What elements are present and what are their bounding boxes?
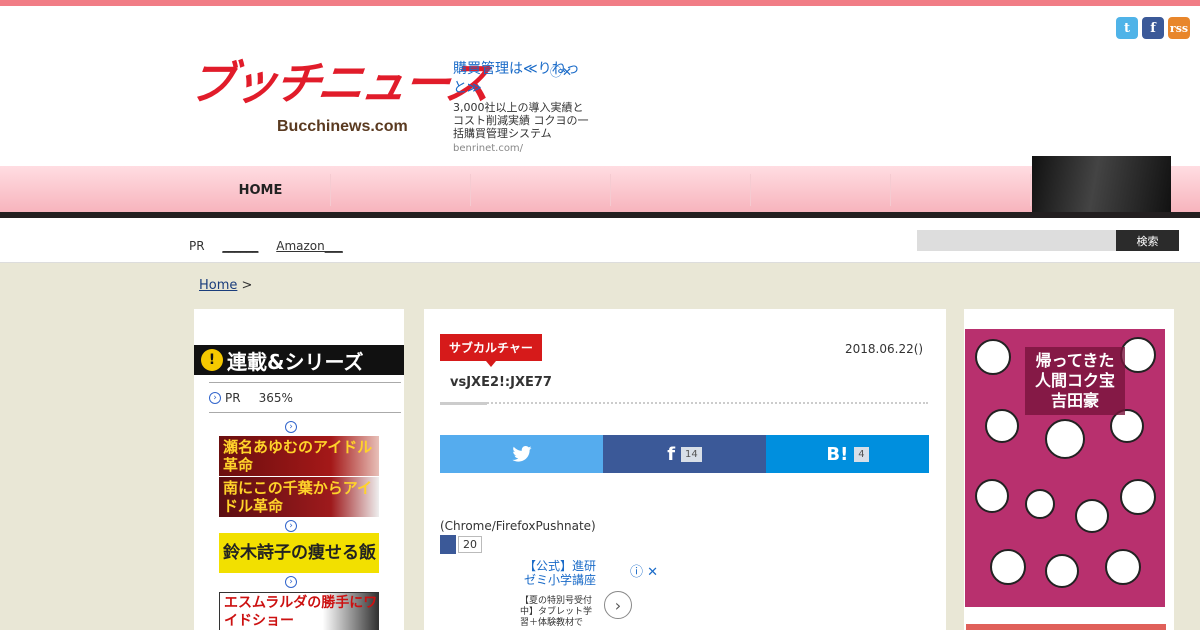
left-sidebar: ! 連載&シリーズ › PR 365% › 瀬名あゆむのアイドル革命 南にこの千… [194, 309, 404, 630]
banner-diet-meal[interactable]: 鈴木詩子の痩せる飯 [219, 533, 379, 573]
inline-ad-title[interactable]: 【公式】進研ゼミ小学講座 [520, 559, 600, 587]
push-notification-text: (Chrome/FirefoxPushnate) [440, 519, 596, 533]
twitter-share-button[interactable] [440, 435, 603, 473]
chevron-down-icon: › [285, 576, 297, 588]
sidebar-pr-label: PR [225, 390, 241, 405]
breadcrumb-separator: > [241, 278, 253, 293]
pr-label: PR [189, 239, 205, 253]
breadcrumb-home[interactable]: Home [199, 278, 237, 293]
sub-bar: PR ______ Amazon___ 検索 [0, 218, 1200, 263]
site-header: t f rss ブッチニュース Bucchinews.com 購買管理は≪りねっ… [0, 6, 1200, 166]
sidebar-pr-value: 365% [258, 390, 293, 405]
chevron-down-icon: › [285, 421, 297, 433]
poster-face [1105, 549, 1141, 585]
social-links: t f rss [1116, 17, 1190, 39]
nav-item[interactable] [891, 174, 1031, 206]
right-sidebar: 帰ってきた人間コク宝 吉田豪 [964, 309, 1174, 630]
facebook-icon[interactable]: f [1142, 17, 1164, 39]
twitter-icon[interactable]: t [1116, 17, 1138, 39]
site-logo[interactable]: ブッチニュース Bucchinews.com [186, 56, 491, 138]
book-promo-poster[interactable]: 帰ってきた人間コク宝 吉田豪 [965, 329, 1165, 607]
facebook-like-icon [440, 535, 456, 554]
facebook-like-button[interactable]: 20 [440, 535, 482, 554]
nav-dark-banner [1032, 156, 1171, 213]
hatena-share-count: 4 [854, 446, 869, 462]
exclamation-icon: ! [201, 349, 223, 371]
banner-idol-revolution-2[interactable]: 南にこの千葉からアイドル革命 [219, 477, 379, 517]
category-badge[interactable]: サブカルチャー [440, 334, 542, 367]
chevron-down-icon: › [285, 520, 297, 532]
poster-title: 帰ってきた人間コク宝 吉田豪 [1025, 347, 1125, 415]
article-date: 2018.06.22() [845, 342, 924, 356]
facebook-share-button[interactable]: f 14 [603, 435, 766, 473]
hatena-bookmark-button[interactable]: B! 4 [766, 435, 929, 473]
poster-face [990, 549, 1026, 585]
chevron-right-icon[interactable]: › [604, 591, 632, 619]
poster-face [1045, 554, 1079, 588]
share-buttons: f 14 B! 4 [440, 435, 929, 473]
twitter-bird-icon [511, 446, 532, 462]
title-divider [440, 402, 928, 405]
nav-item[interactable] [331, 174, 471, 206]
inline-ad-body: 【夏の特別号受付中】タブレット学習＋体験教材で [520, 596, 593, 628]
amazon-link[interactable]: Amazon___ [276, 239, 343, 253]
poster-face [1120, 479, 1156, 515]
pr-link[interactable]: ______ [222, 239, 258, 253]
poster-face [1025, 489, 1055, 519]
search-button[interactable]: 検索 [1116, 230, 1179, 251]
chevron-right-icon: › [209, 391, 221, 404]
header-ad-url: benrinet.com/ [453, 143, 524, 154]
poster-face [1120, 337, 1156, 373]
article-main: サブカルチャー 2018.06.22() vsJXE2!:JXE77 f 14 … [424, 309, 946, 630]
rss-icon[interactable]: rss [1168, 17, 1190, 39]
sidebar-pr-link[interactable]: › PR 365% [209, 382, 401, 413]
right-sidebar-banner-edge [966, 624, 1166, 630]
poster-face [975, 339, 1011, 375]
hatena-b-icon: B! [826, 443, 849, 465]
ad-close-icon[interactable]: ⓘ ✕ [630, 561, 658, 580]
series-header: ! 連載&シリーズ [194, 345, 404, 375]
banner-idol-revolution-1[interactable]: 瀬名あゆむのアイドル革命 [219, 436, 379, 476]
ad-close-icon[interactable]: ⓘ✕ [550, 63, 572, 80]
poster-face [985, 409, 1019, 443]
article-title: vsJXE2!:JXE77 [450, 375, 552, 390]
inline-ad[interactable]: 【公式】進研ゼミ小学講座 【夏の特別号受付中】タブレット学習＋体験教材で ⓘ ✕… [514, 559, 664, 630]
main-nav: HOME [0, 166, 1200, 213]
logo-japanese: ブッチニュース [186, 56, 491, 110]
banner-wide-show[interactable]: エスムラルダの勝手にワイドショー [219, 592, 379, 630]
logo-english: Bucchinews.com [277, 118, 408, 135]
pr-links: PR ______ Amazon___ [189, 239, 343, 253]
poster-face [1075, 499, 1109, 533]
search-input[interactable] [917, 230, 1116, 251]
nav-home[interactable]: HOME [191, 174, 331, 206]
nav-item[interactable] [471, 174, 611, 206]
header-ad-body: 3,000社以上の導入実績とコスト削減実績 コクヨの一括購買管理システム [453, 101, 589, 140]
facebook-f-icon: f [667, 443, 676, 465]
series-title: 連載&シリーズ [227, 349, 364, 374]
breadcrumb: Home > [199, 278, 252, 293]
nav-item[interactable] [611, 174, 751, 206]
nav-item[interactable] [751, 174, 891, 206]
poster-face [1045, 419, 1085, 459]
facebook-like-count: 20 [458, 536, 482, 553]
poster-face [975, 479, 1009, 513]
facebook-share-count: 14 [681, 446, 702, 462]
